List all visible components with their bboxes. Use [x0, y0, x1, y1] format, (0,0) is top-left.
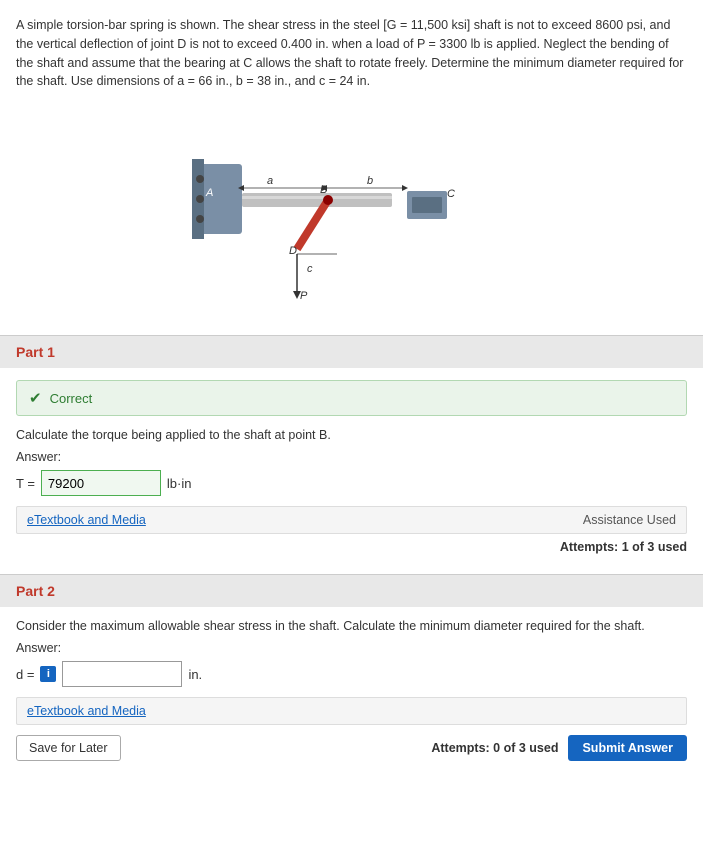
part1-input[interactable] [41, 470, 161, 496]
part1-attempts: Attempts: 1 of 3 used [16, 540, 687, 554]
svg-text:P: P [300, 290, 308, 302]
part1-unit: lb·in [167, 476, 192, 491]
part2-question: Consider the maximum allowable shear str… [16, 619, 687, 633]
problem-statement: A simple torsion-bar spring is shown. Th… [0, 0, 703, 99]
part1-question: Calculate the torque being applied to th… [16, 428, 687, 442]
part2-resource-row: eTextbook and Media [16, 697, 687, 725]
part1-header: Part 1 [0, 336, 703, 368]
part1-answer-row: T = lb·in [16, 470, 687, 496]
save-later-button[interactable]: Save for Later [16, 735, 121, 761]
part2-input[interactable] [62, 661, 182, 687]
part2-unit: in. [188, 667, 202, 682]
svg-text:c: c [307, 263, 313, 275]
help-icon[interactable]: i [40, 666, 56, 682]
part2-actions-row: Save for Later Attempts: 0 of 3 used Sub… [16, 735, 687, 761]
svg-text:B: B [320, 184, 327, 196]
part2-answer-row: d = i in. [16, 661, 687, 687]
part1-section: Part 1 ✔ Correct Calculate the torque be… [0, 336, 703, 574]
svg-text:C: C [447, 188, 455, 200]
part2-section: Part 2 Consider the maximum allowable sh… [0, 575, 703, 773]
part2-prefix: d = [16, 667, 34, 682]
problem-container: A simple torsion-bar spring is shown. Th… [0, 0, 703, 335]
submit-answer-button[interactable]: Submit Answer [568, 735, 687, 761]
part2-body: Consider the maximum allowable shear str… [0, 607, 703, 773]
part1-resource-row: eTextbook and Media Assistance Used [16, 506, 687, 534]
correct-label: Correct [50, 391, 93, 406]
part2-header: Part 2 [0, 575, 703, 607]
svg-text:b: b [367, 175, 373, 187]
part1-resource-link[interactable]: eTextbook and Media [27, 513, 146, 527]
part2-attempts-submit: Attempts: 0 of 3 used Submit Answer [431, 735, 687, 761]
problem-text: A simple torsion-bar spring is shown. Th… [16, 18, 683, 88]
svg-text:A: A [205, 187, 213, 199]
part1-prefix: T = [16, 476, 35, 491]
problem-diagram: a b B D c P [0, 99, 703, 335]
part2-resource-link[interactable]: eTextbook and Media [27, 704, 146, 718]
svg-text:D: D [289, 245, 297, 257]
check-icon: ✔ [29, 389, 42, 407]
part1-assistance-used: Assistance Used [583, 513, 676, 527]
svg-text:a: a [267, 175, 273, 187]
correct-banner: ✔ Correct [16, 380, 687, 416]
part2-answer-label: Answer: [16, 641, 687, 655]
part1-body: ✔ Correct Calculate the torque being app… [0, 368, 703, 574]
part2-attempts: Attempts: 0 of 3 used [431, 741, 558, 755]
part1-answer-label: Answer: [16, 450, 687, 464]
